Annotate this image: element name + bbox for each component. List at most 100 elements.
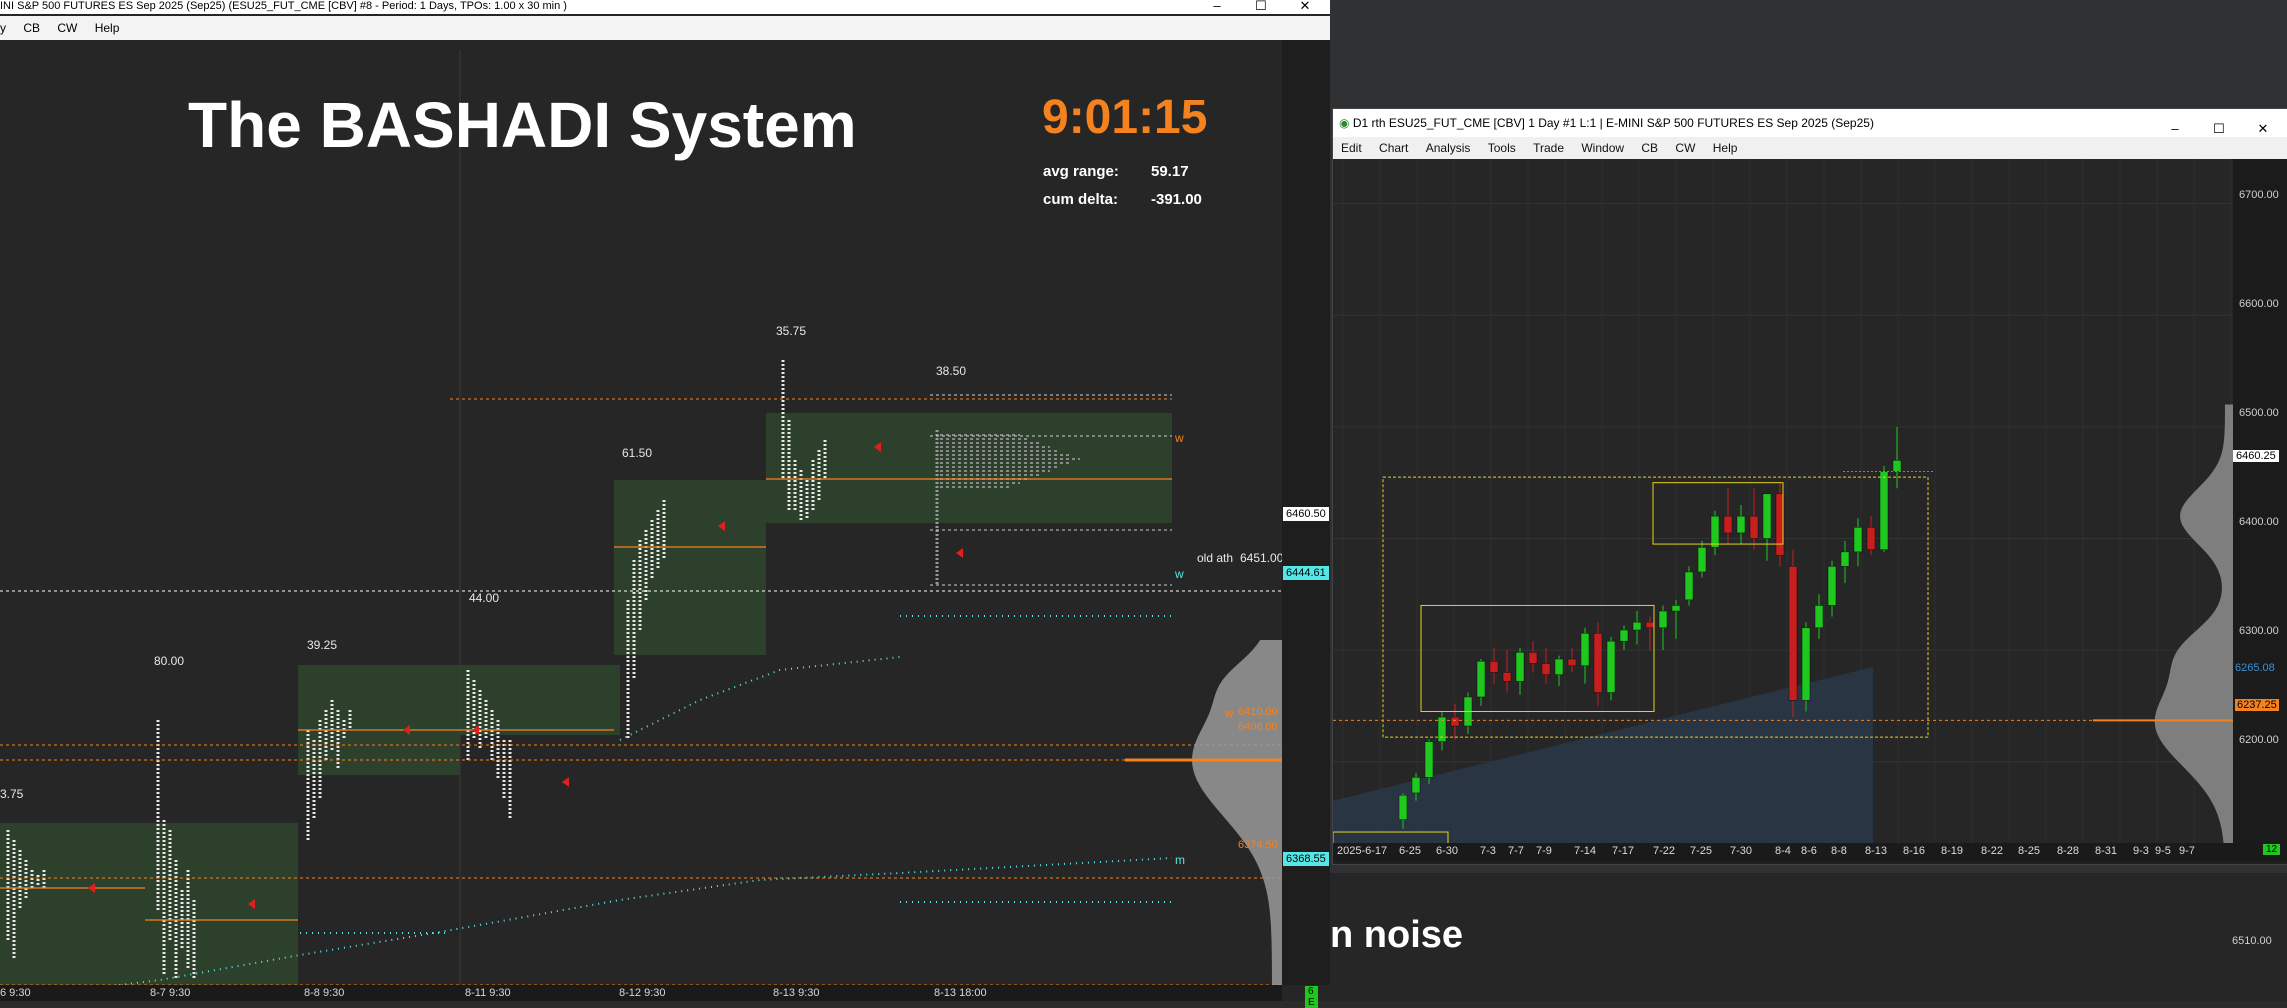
old-ath-label: old ath <box>1197 551 1234 565</box>
candle-body <box>1645 621 1655 629</box>
price-tag: 6444.61 <box>1283 566 1329 580</box>
date-label: 8-6 <box>1801 845 1817 857</box>
candle-body <box>1411 777 1421 794</box>
right-chart-window: ◉ D1 rth ESU25_FUT_CME [CBV] 1 Day #1 L:… <box>1332 108 2287 865</box>
menu-item-edit[interactable]: Edit <box>1341 141 1362 155</box>
menu-item-tools[interactable]: Tools <box>1488 141 1516 155</box>
candle-body <box>1866 527 1876 550</box>
price-tag: 6368.55 <box>1283 852 1329 866</box>
date-label: 8-22 <box>1981 845 2004 857</box>
candle-body <box>1606 640 1616 693</box>
candle-body <box>1697 547 1707 573</box>
date-label: 8-8 <box>1831 845 1847 857</box>
date-label: 7-9 <box>1536 845 1552 857</box>
menu-item-window[interactable]: Window <box>1581 141 1624 155</box>
bar-timer: 9:01:15 <box>1042 91 1208 144</box>
session-range-label: 38.50 <box>936 364 967 378</box>
system-headline: The BASHADI System <box>188 89 857 161</box>
red-marker-icon <box>956 548 963 558</box>
right-price-axis[interactable]: 6700.00 6600.00 6500.00 6400.00 6300.00 … <box>2233 159 2287 851</box>
right-titlebar: ◉ D1 rth ESU25_FUT_CME [CBV] 1 Day #1 L:… <box>1333 109 2287 137</box>
left-time-axis[interactable]: 6 9:30 8-7 9:30 8-8 9:30 8-11 9:30 8-12 … <box>0 985 1318 1008</box>
candle-body <box>1892 460 1902 472</box>
menu-item-help[interactable]: Help <box>1713 141 1738 155</box>
session-range-label: 61.50 <box>622 446 653 460</box>
left-window-controls: – ☐ ✕ <box>1195 0 1327 12</box>
menu-item-chart[interactable]: Chart <box>1379 141 1408 155</box>
menu-item-cw[interactable]: CW <box>57 21 77 35</box>
candle-body <box>1554 658 1564 675</box>
candle-body <box>1541 663 1551 675</box>
date-label: 9-7 <box>2179 845 2195 857</box>
candle-chart-area[interactable] <box>1333 159 2233 851</box>
date-label: 7-17 <box>1612 845 1635 857</box>
menu-item-analysis[interactable]: Analysis <box>1426 141 1471 155</box>
menu-item-cb[interactable]: CB <box>23 21 40 35</box>
candle-body <box>1593 633 1603 693</box>
date-label: 7-3 <box>1480 845 1496 857</box>
candle-body <box>1476 661 1486 698</box>
tpo-chart-area[interactable] <box>0 40 1282 985</box>
y-tick: 6400.00 <box>2239 516 2279 528</box>
candle-body <box>1710 515 1720 548</box>
right-time-axis[interactable]: 2025-6-17 6-25 6-30 7-3 7-7 7-9 7-14 7-17 7-22 7-… <box>1333 843 2287 861</box>
menu-item-y[interactable]: y <box>0 21 6 35</box>
candle-body <box>1762 493 1772 539</box>
y-tick: 6200.00 <box>2239 734 2279 746</box>
corner-badge: 12 <box>2263 844 2281 855</box>
date-label: 8-28 <box>2057 845 2080 857</box>
tpo-chart-svg <box>0 50 1282 985</box>
right-window-title: D1 rth ESU25_FUT_CME [CBV] 1 Day #1 L:1 … <box>1352 116 1874 130</box>
date-label: 6-25 <box>1399 845 1422 857</box>
candle-body <box>1502 672 1512 682</box>
price-tag: 6406.00 <box>1238 721 1278 733</box>
session-range-label: 39.25 <box>307 638 338 652</box>
avg-range-label: avg range: <box>1043 163 1119 180</box>
date-label: 8-25 <box>2018 845 2041 857</box>
candle-body <box>1580 633 1590 666</box>
monthly-mark: m <box>1175 853 1185 867</box>
candle-body <box>1788 566 1798 701</box>
time-label: 8-7 9:30 <box>150 987 191 999</box>
orange-price-tag: 6237.25 <box>2235 699 2279 711</box>
corner-badge: 6 E <box>1305 986 1318 1008</box>
left-titlebar: INI S&P 500 FUTURES ES Sep 2025 (Sep25) … <box>0 0 1330 14</box>
y-tick: 6600.00 <box>2239 298 2279 310</box>
date-label: 9-3 <box>2133 845 2149 857</box>
candle-body <box>1723 515 1733 534</box>
candle-chart-svg <box>1333 159 2233 851</box>
time-label: 8-11 9:30 <box>465 987 511 999</box>
time-label: 8-13 9:30 <box>773 987 820 999</box>
lower-caption: n noise <box>1330 914 1464 956</box>
date-label: 9-5 <box>2155 845 2171 857</box>
y-tick: 6500.00 <box>2239 407 2279 419</box>
weekly-mark: w <box>1225 706 1234 720</box>
right-menubar: Edit Chart Analysis Tools Trade Window C… <box>1333 137 2287 159</box>
menu-item-cw[interactable]: CW <box>1675 141 1695 155</box>
menu-item-help[interactable]: Help <box>95 21 120 35</box>
time-label: 8-13 18:00 <box>934 987 987 999</box>
red-marker-icon <box>562 777 569 787</box>
candle-body <box>1840 551 1850 567</box>
session-range-label: 35.75 <box>776 324 807 338</box>
minimize-icon[interactable]: – <box>1195 0 1239 12</box>
maximize-icon[interactable]: ☐ <box>1239 0 1283 12</box>
price-tag: 6410.00 <box>1238 706 1278 718</box>
left-menubar: y CB CW Help <box>0 16 1330 40</box>
menu-item-trade[interactable]: Trade <box>1533 141 1564 155</box>
range-box <box>1420 604 1655 712</box>
y-tick: 6700.00 <box>2239 189 2279 201</box>
blue-price-tag: 6265.08 <box>2235 662 2275 674</box>
candle-body <box>1814 605 1824 629</box>
candle-body <box>1515 652 1525 682</box>
avg-range-value: 59.17 <box>1151 163 1189 180</box>
date-label: 7-14 <box>1574 845 1597 857</box>
left-chart-window: INI S&P 500 FUTURES ES Sep 2025 (Sep25) … <box>0 0 1330 1008</box>
candle-body <box>1424 741 1434 778</box>
date-label: 7-25 <box>1690 845 1713 857</box>
close-icon[interactable]: ✕ <box>1283 0 1327 12</box>
date-label: 7-30 <box>1730 845 1753 857</box>
weekly-mark: w <box>1175 431 1184 445</box>
menu-item-cb[interactable]: CB <box>1641 141 1658 155</box>
date-label: 2025-6-17 <box>1337 845 1388 857</box>
